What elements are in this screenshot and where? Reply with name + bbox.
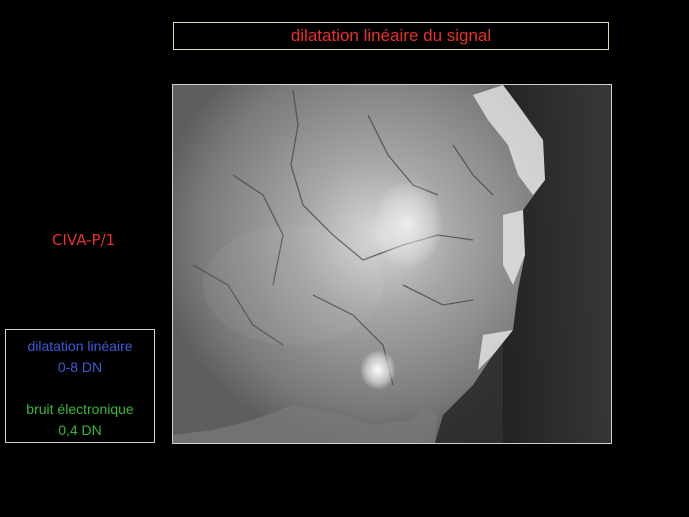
glare-spot-upper: [373, 180, 443, 270]
diffuse-light: [203, 225, 383, 345]
stretch-range: 0-8 DN: [57, 359, 103, 375]
page-title: dilatation linéaire du signal: [290, 26, 492, 45]
info-box: dilatation linéaire 0-8 DN bruit électro…: [5, 329, 155, 443]
noise-label: bruit électronique: [26, 401, 134, 417]
surface-image: [172, 84, 612, 444]
instrument-label: CIVA-P/1: [52, 231, 116, 249]
surface-image-graphic: [173, 85, 611, 443]
title-box: dilatation linéaire du signal: [173, 22, 609, 50]
stretch-label: dilatation linéaire: [27, 338, 133, 354]
glare-spot-lower: [360, 350, 396, 390]
noise-value: 0,4 DN: [58, 422, 102, 438]
